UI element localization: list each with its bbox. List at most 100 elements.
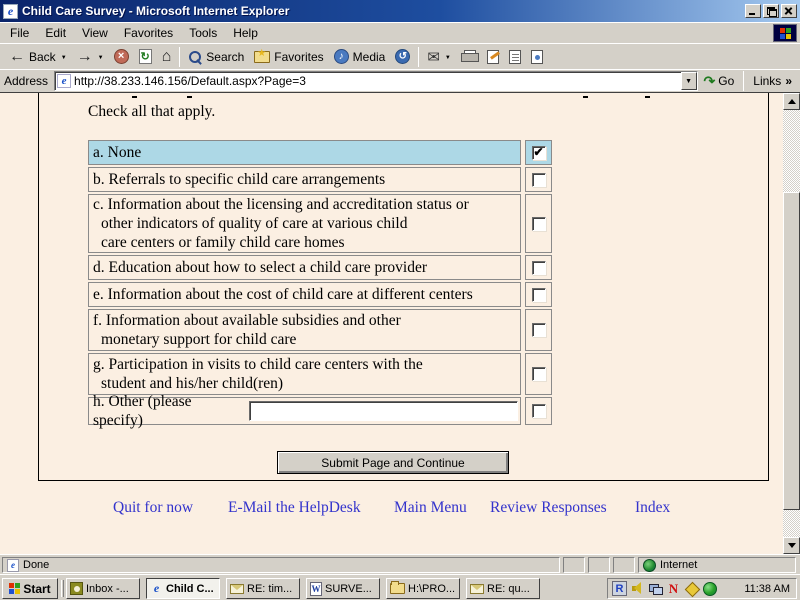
menu-tools[interactable]: Tools xyxy=(181,23,225,43)
taskbar-item-childcare[interactable]: e Child C... xyxy=(146,578,220,599)
menu-favorites[interactable]: Favorites xyxy=(116,23,181,43)
volume-icon[interactable] xyxy=(630,581,645,596)
option-label-cell: g. Participation in visits to child care… xyxy=(88,353,522,395)
menu-view[interactable]: View xyxy=(74,23,116,43)
close-button[interactable] xyxy=(781,4,797,18)
submit-button[interactable]: Submit Page and Continue xyxy=(277,451,509,474)
word-icon: W xyxy=(310,581,322,596)
status-pane: e Done xyxy=(2,557,560,573)
start-button[interactable]: Start xyxy=(2,578,58,599)
menu-file[interactable]: File xyxy=(2,23,37,43)
realplayer-tray-icon[interactable]: R xyxy=(612,581,627,596)
internet-zone-icon xyxy=(643,558,656,572)
messenger-button[interactable] xyxy=(526,48,548,66)
stop-icon xyxy=(113,49,129,64)
helpdesk-link[interactable]: E-Mail the HelpDesk xyxy=(228,499,361,517)
address-input[interactable] xyxy=(74,73,681,89)
option-text: student and his/her child(ren) xyxy=(101,375,284,392)
taskbar-item-re-qu[interactable]: RE: qu... xyxy=(466,578,540,599)
option-text: care centers or family child care homes xyxy=(101,234,345,251)
start-label: Start xyxy=(23,581,51,596)
option-other-line: h. Other (please specify) xyxy=(93,392,519,430)
diamond-tray-icon[interactable] xyxy=(684,581,699,596)
netscape-tray-icon[interactable]: N xyxy=(666,581,681,596)
quit-link[interactable]: Quit for now xyxy=(113,499,193,517)
option-row-f: f. Information about available subsidies… xyxy=(88,309,552,351)
favorites-icon xyxy=(254,49,271,63)
history-button[interactable] xyxy=(390,47,415,66)
globe-tray-icon[interactable] xyxy=(702,581,717,596)
vertical-scrollbar[interactable] xyxy=(783,93,800,554)
taskbar-item-h-drive[interactable]: H:\PRO... xyxy=(386,578,460,599)
maximize-button[interactable] xyxy=(763,4,779,18)
option-checkbox-cell xyxy=(525,282,552,307)
scrollbar-thumb[interactable] xyxy=(783,192,800,510)
option-row-d: d. Education about how to select a child… xyxy=(88,255,552,280)
system-tray: R N 11:38 AM xyxy=(607,578,797,599)
go-button[interactable]: Go xyxy=(698,72,741,91)
links-chevron-icon: » xyxy=(785,74,792,88)
option-text: h. Other (please specify) xyxy=(93,393,192,429)
option-row-e: e. Information about the cost of child c… xyxy=(88,282,552,307)
network-icon[interactable] xyxy=(648,581,663,596)
checkbox-e[interactable] xyxy=(531,287,546,302)
checkbox-c[interactable] xyxy=(531,216,546,231)
mail-dropdown-icon[interactable] xyxy=(445,52,451,61)
taskbar-item-inbox[interactable]: Inbox -... xyxy=(66,578,140,599)
main-menu-link[interactable]: Main Menu xyxy=(394,499,467,517)
home-button[interactable] xyxy=(157,46,177,68)
links-label: Links xyxy=(753,74,782,88)
security-zone-pane: Internet xyxy=(638,557,796,573)
edit-icon xyxy=(486,49,499,64)
media-button[interactable]: Media xyxy=(329,47,391,66)
menu-help[interactable]: Help xyxy=(225,23,266,43)
task-label: RE: qu... xyxy=(487,582,530,595)
review-responses-link[interactable]: Review Responses xyxy=(490,499,607,517)
minimize-button[interactable] xyxy=(745,4,761,18)
option-text: g. Participation in visits to child care… xyxy=(93,356,423,373)
other-specify-input[interactable] xyxy=(249,401,519,421)
scroll-up-icon[interactable] xyxy=(783,93,800,110)
status-pane-empty xyxy=(563,557,585,573)
index-link[interactable]: Index xyxy=(635,499,670,517)
menu-edit[interactable]: Edit xyxy=(37,23,74,43)
checkbox-g[interactable] xyxy=(531,367,546,381)
option-text: monetary support for child care xyxy=(101,331,297,348)
option-label-cell: a. None xyxy=(88,140,522,165)
edit-button[interactable] xyxy=(482,48,504,66)
forward-dropdown-icon[interactable] xyxy=(98,52,104,61)
taskbar-item-survey-doc[interactable]: W SURVE... xyxy=(306,578,380,599)
mail-button[interactable] xyxy=(422,46,456,68)
scroll-down-icon[interactable] xyxy=(783,537,800,554)
checkbox-a[interactable] xyxy=(531,145,546,160)
forward-button[interactable] xyxy=(72,46,109,68)
print-button[interactable] xyxy=(456,48,482,65)
taskbar-item-re-tim[interactable]: RE: tim... xyxy=(226,578,300,599)
discuss-button[interactable] xyxy=(504,48,526,66)
task-label: H:\PRO... xyxy=(408,582,456,595)
checkbox-h[interactable] xyxy=(531,404,546,418)
checkbox-b[interactable] xyxy=(531,172,546,187)
standard-toolbar: Back Search Favorites Media xyxy=(0,43,800,69)
forward-arrow-icon xyxy=(77,48,93,66)
option-text: d. Education about how to select a child… xyxy=(93,259,427,276)
status-bar: e Done Internet xyxy=(0,554,800,574)
back-button[interactable]: Back xyxy=(4,46,72,68)
stop-button[interactable] xyxy=(109,47,134,66)
back-dropdown-icon[interactable] xyxy=(61,52,67,61)
option-row-h: h. Other (please specify) xyxy=(88,393,552,429)
option-checkbox-cell xyxy=(525,255,552,280)
checkbox-f[interactable] xyxy=(531,323,546,337)
search-button[interactable]: Search xyxy=(183,48,249,66)
window-title: Child Care Survey - Microsoft Internet E… xyxy=(22,4,290,18)
messenger-icon xyxy=(530,49,543,64)
checkbox-d[interactable] xyxy=(531,260,546,275)
address-dropdown-icon[interactable] xyxy=(680,72,697,90)
favorites-button[interactable]: Favorites xyxy=(249,48,328,66)
refresh-button[interactable] xyxy=(134,47,157,66)
task-label: Inbox -... xyxy=(86,582,129,595)
history-icon xyxy=(395,49,411,64)
quicklaunch-divider[interactable] xyxy=(61,580,64,597)
browser-window: e Child Care Survey - Microsoft Internet… xyxy=(0,0,800,600)
links-toolbar[interactable]: Links » xyxy=(747,74,796,88)
